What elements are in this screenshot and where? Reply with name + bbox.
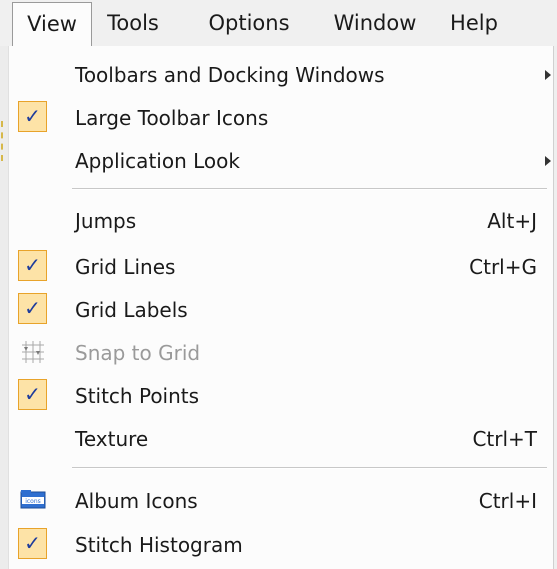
menu-item-label: Toolbars and Docking Windows: [75, 63, 385, 87]
checkmark-icon: ✓: [18, 293, 47, 324]
menu-item-toolbars-docking[interactable]: Toolbars and Docking Windows: [8, 54, 553, 96]
menu-right-border: [553, 46, 557, 569]
menu-item-shortcut: Ctrl+G: [469, 255, 537, 279]
menu-view[interactable]: View: [12, 2, 92, 46]
menu-item-album-icons[interactable]: icons Album Icons Ctrl+I: [8, 480, 553, 522]
menu-item-label: Large Toolbar Icons: [75, 106, 269, 130]
menu-bar: View Tools Options Window Help: [0, 0, 557, 47]
menu-item-label: Grid Labels: [75, 298, 188, 322]
menu-help[interactable]: Help: [440, 0, 508, 46]
menu-item-jumps[interactable]: Jumps Alt+J: [8, 200, 553, 242]
menu-window[interactable]: Window: [318, 0, 432, 46]
album-icons-icon-text: icons: [25, 498, 41, 505]
menu-item-large-toolbar-icons[interactable]: ✓ Large Toolbar Icons: [8, 97, 553, 139]
album-icons-icon: icons: [18, 485, 48, 515]
menu-item-stitch-histogram[interactable]: ✓ Stitch Histogram: [8, 524, 553, 566]
menu-tools[interactable]: Tools: [100, 0, 166, 46]
menu-item-shortcut: Ctrl+I: [478, 489, 537, 513]
checkmark-icon: ✓: [18, 528, 47, 559]
checkmark-icon: ✓: [18, 101, 47, 132]
submenu-arrow-icon: [545, 70, 551, 80]
menu-item-grid-labels[interactable]: ✓ Grid Labels: [8, 289, 553, 331]
menu-item-shortcut: Alt+J: [487, 209, 537, 233]
snap-grid-icon: [18, 337, 48, 367]
menu-item-label: Jumps: [75, 209, 137, 233]
submenu-arrow-icon: [545, 156, 551, 166]
menu-item-label: Album Icons: [75, 489, 198, 513]
checkmark-icon: ✓: [18, 250, 47, 281]
checkmark-icon: ✓: [18, 379, 47, 410]
menu-options[interactable]: Options: [194, 0, 304, 46]
menu-item-shortcut: Ctrl+T: [472, 427, 537, 451]
menu-item-stitch-points[interactable]: ✓ Stitch Points: [8, 375, 553, 417]
docking-marker: [1, 121, 8, 161]
menu-item-label: Stitch Histogram: [75, 533, 243, 557]
menu-item-label: Snap to Grid: [75, 341, 201, 365]
menu-item-label: Application Look: [75, 149, 240, 173]
menu-item-texture[interactable]: Texture Ctrl+T: [8, 418, 553, 460]
menu-item-label: Stitch Points: [75, 384, 200, 408]
menu-item-application-look[interactable]: Application Look: [8, 140, 553, 182]
menu-item-snap-to-grid: Snap to Grid: [8, 332, 553, 374]
menu-item-label: Texture: [75, 427, 149, 451]
menu-item-grid-lines[interactable]: ✓ Grid Lines Ctrl+G: [8, 246, 553, 288]
menu-separator: [72, 188, 547, 190]
menu-item-label: Grid Lines: [75, 255, 176, 279]
menu-separator: [72, 467, 547, 469]
